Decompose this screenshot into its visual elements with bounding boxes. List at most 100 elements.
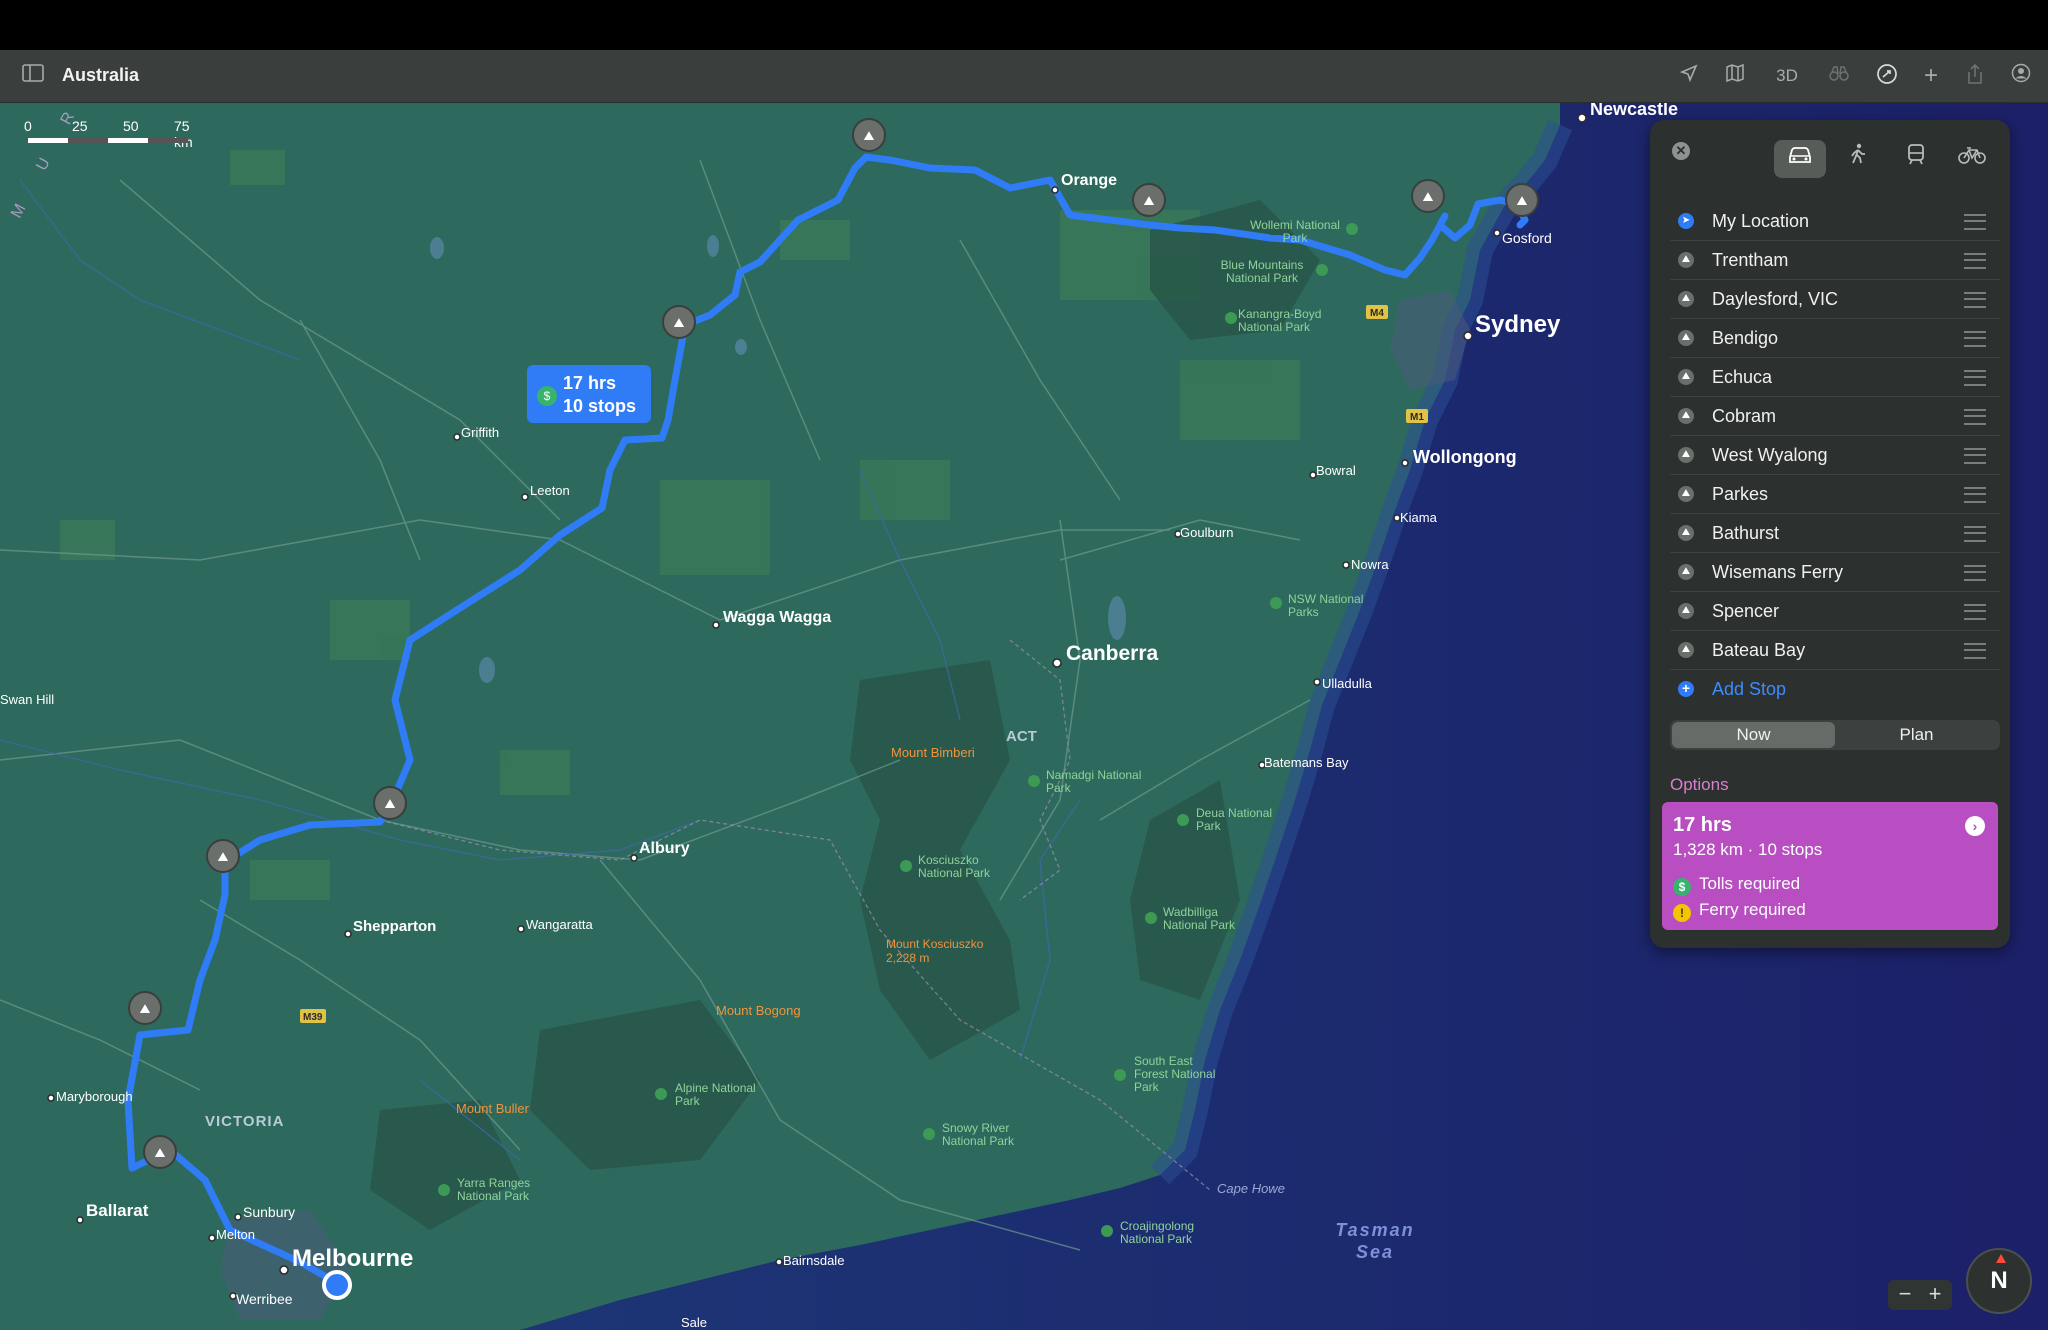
park-label-snowy-river[interactable]: Snowy River National Park: [942, 1122, 1042, 1148]
park-label-wollemi[interactable]: Wollemi National Park: [1250, 219, 1340, 245]
list-item[interactable]: ⛰ Cobram: [1670, 397, 2000, 436]
city-label-canberra[interactable]: Canberra: [1066, 642, 1158, 666]
window-title: Australia: [62, 65, 140, 85]
drag-handle-icon[interactable]: [1964, 292, 1986, 308]
route-note-text: Tolls required: [1699, 874, 1801, 893]
drag-handle-icon[interactable]: [1964, 409, 1986, 425]
drag-handle-icon[interactable]: [1964, 526, 1986, 542]
list-item[interactable]: ⛰ Bendigo: [1670, 319, 2000, 358]
options-link[interactable]: Options: [1670, 775, 1729, 795]
park-label-namadgi[interactable]: Namadgi National Park: [1046, 769, 1146, 795]
city-label-albury[interactable]: Albury: [639, 840, 690, 858]
plus-icon[interactable]: +: [1918, 63, 1944, 89]
park-label-deua[interactable]: Deua National Park: [1196, 807, 1286, 833]
city-label-wangaratta[interactable]: Wangaratta: [526, 917, 593, 932]
add-stop-button[interactable]: + Add Stop: [1670, 670, 2000, 708]
svg-text:M1: M1: [1410, 412, 1424, 423]
drag-handle-icon[interactable]: [1964, 253, 1986, 269]
drag-handle-icon[interactable]: [1964, 331, 1986, 347]
city-label-kiama[interactable]: Kiama: [1400, 510, 1437, 525]
list-item[interactable]: ⛰ Echuca: [1670, 358, 2000, 397]
city-label-melton[interactable]: Melton: [216, 1227, 255, 1242]
list-item[interactable]: ⛰ Wisemans Ferry: [1670, 553, 2000, 592]
drag-handle-icon[interactable]: [1964, 604, 1986, 620]
route-icon[interactable]: [1874, 63, 1900, 89]
city-label-ulladulla[interactable]: Ulladulla: [1322, 676, 1372, 691]
park-label-yarra-ranges[interactable]: Yarra Ranges National Park: [457, 1177, 557, 1203]
map-icon[interactable]: [1722, 63, 1748, 89]
svg-text:⛰: ⛰: [864, 129, 875, 144]
drag-handle-icon[interactable]: [1964, 448, 1986, 464]
park-label-croajingolong[interactable]: Croajingolong National Park: [1120, 1220, 1230, 1246]
city-label-ballarat[interactable]: Ballarat: [86, 1201, 148, 1221]
city-label-newcastle[interactable]: Newcastle: [1590, 103, 1678, 120]
city-label-goulburn[interactable]: Goulburn: [1180, 525, 1233, 540]
park-label-nsw-national-parks[interactable]: NSW National Parks: [1288, 593, 1388, 619]
city-label-batemans-bay[interactable]: Batemans Bay: [1264, 755, 1349, 770]
city-label-bowral[interactable]: Bowral: [1316, 463, 1356, 478]
city-label-bairnsdale[interactable]: Bairnsdale: [783, 1253, 844, 1268]
zoom-out-button[interactable]: −: [1890, 1281, 1920, 1307]
now-button[interactable]: Now: [1672, 722, 1835, 748]
city-label-sunbury[interactable]: Sunbury: [243, 1204, 295, 1220]
location-arrow-icon[interactable]: [1676, 63, 1702, 89]
label-cape-howe[interactable]: Cape Howe: [1217, 1181, 1285, 1196]
drag-handle-icon[interactable]: [1964, 487, 1986, 503]
account-icon[interactable]: [2008, 63, 2034, 89]
drag-handle-icon[interactable]: [1964, 214, 1986, 230]
list-item[interactable]: ⛰ Daylesford, VIC: [1670, 280, 2000, 319]
park-label-kanangra-boyd[interactable]: Kanangra-Boyd National Park: [1238, 308, 1348, 334]
zoom-in-button[interactable]: +: [1920, 1281, 1950, 1307]
route-note-tolls: $ Tolls required: [1673, 874, 1800, 896]
plan-button[interactable]: Plan: [1835, 722, 1998, 748]
park-label-blue-mountains[interactable]: Blue Mountains National Park: [1210, 259, 1314, 285]
city-label-orange[interactable]: Orange: [1061, 172, 1117, 190]
cycle-icon[interactable]: [1946, 140, 1998, 178]
drive-icon[interactable]: [1774, 140, 1826, 178]
binoculars-icon[interactable]: [1826, 63, 1852, 89]
city-label-griffith[interactable]: Griffith: [461, 425, 499, 440]
city-label-wollongong-visible[interactable]: Wollongong: [1413, 447, 1517, 468]
city-label-gosford[interactable]: Gosford: [1502, 230, 1552, 246]
route-option-card[interactable]: 17 hrs 1,328 km · 10 stops › $ Tolls requ…: [1662, 802, 1998, 930]
compass-north-tick: [1996, 1254, 2006, 1263]
mountain-label-buller[interactable]: Mount Buller: [456, 1101, 529, 1116]
park-label-kosciuszko[interactable]: Kosciuszko National Park: [918, 854, 1018, 880]
close-icon[interactable]: ✕: [1672, 142, 1690, 160]
list-item[interactable]: ➤ My Location: [1670, 202, 2000, 241]
list-item[interactable]: ⛰ Spencer: [1670, 592, 2000, 631]
park-label-south-east-forest[interactable]: South East Forest National Park: [1134, 1055, 1230, 1094]
route-eta-bubble[interactable]: $ 17 hrs 10 stops: [527, 365, 651, 423]
compass-button[interactable]: N: [1966, 1248, 2032, 1314]
city-label-leeton[interactable]: Leeton: [530, 483, 570, 498]
city-label-melbourne[interactable]: Melbourne: [292, 1245, 413, 1273]
scale-label-0: 0: [24, 118, 32, 134]
sidebar-icon[interactable]: [20, 63, 46, 89]
city-label-sale[interactable]: Sale: [681, 1315, 707, 1330]
route-details-chevron-icon[interactable]: ›: [1965, 816, 1985, 836]
list-item[interactable]: ⛰ Bathurst: [1670, 514, 2000, 553]
transit-icon[interactable]: [1890, 140, 1942, 178]
city-label-nowra[interactable]: Nowra: [1351, 557, 1389, 572]
city-label-werribee[interactable]: Werribee: [236, 1291, 293, 1307]
3d-button[interactable]: 3D: [1770, 63, 1804, 89]
list-item[interactable]: ⛰ Trentham: [1670, 241, 2000, 280]
city-label-maryborough[interactable]: Maryborough: [56, 1089, 133, 1104]
park-label-wadbilliga[interactable]: Wadbilliga National Park: [1163, 906, 1263, 932]
walk-icon[interactable]: [1832, 140, 1884, 178]
mountain-label-bogong[interactable]: Mount Bogong: [716, 1003, 801, 1018]
drag-handle-icon[interactable]: [1964, 565, 1986, 581]
list-item[interactable]: ⛰ West Wyalong: [1670, 436, 2000, 475]
drag-handle-icon[interactable]: [1964, 643, 1986, 659]
mountain-label-bimberi[interactable]: Mount Bimberi: [891, 745, 975, 760]
mountain-label-kosciuszko[interactable]: Mount Kosciuszko 2,228 m: [886, 937, 1006, 965]
share-icon[interactable]: [1962, 63, 1988, 89]
city-label-wagga-wagga[interactable]: Wagga Wagga: [723, 609, 831, 627]
list-item[interactable]: ⛰ Parkes: [1670, 475, 2000, 514]
list-item[interactable]: ⛰ Bateau Bay: [1670, 631, 2000, 670]
city-label-shepparton[interactable]: Shepparton: [353, 918, 436, 935]
city-label-swan-hill[interactable]: Swan Hill: [0, 692, 54, 707]
drag-handle-icon[interactable]: [1964, 370, 1986, 386]
park-label-alpine[interactable]: Alpine National Park: [675, 1082, 765, 1108]
city-label-sydney[interactable]: Sydney: [1475, 311, 1560, 339]
